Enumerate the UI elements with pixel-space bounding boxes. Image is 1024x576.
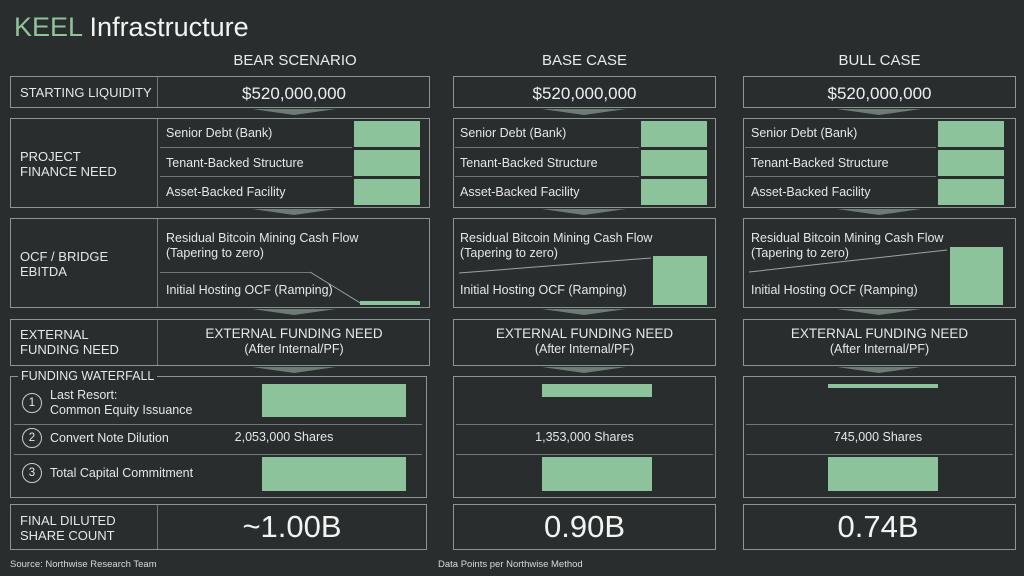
divider bbox=[745, 176, 936, 177]
external-funding-subtitle: (After Internal/PF) bbox=[534, 342, 635, 356]
flow-arrow bbox=[252, 309, 336, 315]
ocf-ramp-line bbox=[458, 257, 652, 274]
divider bbox=[455, 176, 639, 177]
final-share-bear: ~1.00B bbox=[242, 509, 342, 544]
equity-issuance-bar bbox=[828, 384, 938, 388]
pf-bar bbox=[938, 150, 1004, 176]
ocf-residual-sublabel: (Tapering to zero) bbox=[166, 246, 264, 260]
divider bbox=[456, 424, 713, 425]
ocf-taper-line bbox=[309, 271, 420, 305]
pf-item-tenant-backed: Tenant-Backed Structure bbox=[751, 156, 889, 170]
pf-item-asset-backed: Asset-Backed Facility bbox=[460, 185, 580, 199]
flow-arrow bbox=[542, 309, 626, 315]
starting-liquidity-base: $520,000,000 bbox=[532, 84, 637, 103]
external-funding-subtitle: (After Internal/PF) bbox=[829, 342, 930, 356]
flow-arrow bbox=[837, 367, 921, 373]
pf-bar bbox=[354, 150, 420, 176]
divider bbox=[160, 147, 352, 148]
pf-bar bbox=[354, 179, 420, 205]
external-funding-title: EXTERNAL FUNDING NEED bbox=[205, 326, 383, 341]
capital-commitment-bar bbox=[828, 457, 938, 491]
flow-arrow bbox=[252, 209, 336, 215]
starting-liquidity-bull: $520,000,000 bbox=[827, 84, 932, 103]
external-funding-subtitle: (After Internal/PF) bbox=[244, 342, 344, 356]
column-header-bear: BEAR SCENARIO bbox=[233, 52, 357, 69]
capital-commitment-bar bbox=[542, 457, 652, 491]
pf-item-tenant-backed: Tenant-Backed Structure bbox=[460, 156, 598, 170]
flow-arrow bbox=[837, 309, 921, 315]
equity-issuance-bar bbox=[542, 384, 652, 397]
convert-dilution-shares: 1,353,000 Shares bbox=[535, 430, 634, 444]
flow-arrow bbox=[252, 367, 336, 373]
external-funding-title: EXTERNAL FUNDING NEED bbox=[495, 326, 674, 341]
flow-arrow bbox=[837, 209, 921, 215]
ocf-ramp-chart bbox=[458, 256, 707, 305]
flow-arrow bbox=[542, 367, 626, 373]
pf-item-senior-debt: Senior Debt (Bank) bbox=[751, 126, 858, 140]
divider bbox=[160, 176, 352, 177]
page-title: KEEL Infrastructure bbox=[14, 12, 249, 43]
capital-commitment-bar bbox=[262, 457, 406, 491]
ocf-bar bbox=[653, 256, 707, 305]
pf-bar bbox=[641, 121, 707, 147]
divider bbox=[745, 147, 936, 148]
ocf-bar bbox=[950, 247, 1003, 305]
equity-issuance-bar bbox=[262, 384, 406, 417]
title-rest: Infrastructure bbox=[82, 12, 249, 42]
step-1-label: Last Resort: bbox=[50, 388, 118, 402]
pf-item-senior-debt: Senior Debt (Bank) bbox=[460, 126, 567, 140]
divider bbox=[14, 454, 422, 455]
row-label-funding-waterfall: FUNDING WATERFALL bbox=[18, 369, 158, 384]
flow-arrow bbox=[542, 109, 626, 115]
flow-arrow bbox=[837, 109, 921, 115]
divider bbox=[456, 454, 713, 455]
final-share-bull: 0.74B bbox=[837, 509, 919, 544]
divider bbox=[746, 424, 1013, 425]
step-number-3: 3 bbox=[22, 463, 42, 483]
pf-bar bbox=[641, 150, 707, 176]
ocf-ramp-line bbox=[748, 249, 948, 273]
row-label-final-share: FINAL DILUTED SHARE COUNT bbox=[20, 513, 116, 543]
pf-item-senior-debt: Senior Debt (Bank) bbox=[166, 126, 273, 140]
pf-bar bbox=[641, 179, 707, 205]
row-label-project-finance: PROJECT FINANCE NEED bbox=[20, 149, 117, 179]
ocf-taper-chart bbox=[309, 271, 420, 305]
row-label-external-funding: EXTERNAL FUNDING NEED bbox=[20, 327, 119, 357]
row-label-ocf-bridge: OCF / BRIDGE EBITDA bbox=[20, 249, 109, 279]
divider bbox=[14, 424, 422, 425]
flow-arrow bbox=[542, 209, 626, 215]
footer-data-points: Data Points per Northwise Method bbox=[438, 559, 583, 570]
row-label-divider bbox=[157, 219, 158, 307]
step-number-1: 1 bbox=[22, 393, 42, 413]
column-header-bull: BULL CASE bbox=[838, 52, 921, 69]
divider bbox=[746, 454, 1013, 455]
step-3-label: Total Capital Commitment bbox=[50, 466, 194, 480]
ocf-residual-label: Residual Bitcoin Mining Cash Flow bbox=[460, 231, 653, 245]
step-number-2: 2 bbox=[22, 428, 42, 448]
footer-source: Source: Northwise Research Team bbox=[10, 559, 157, 570]
external-funding-title: EXTERNAL FUNDING NEED bbox=[790, 326, 969, 341]
column-header-base: BASE CASE bbox=[541, 52, 628, 69]
step-1-sublabel: Common Equity Issuance bbox=[50, 403, 193, 417]
final-share-base: 0.90B bbox=[543, 509, 625, 544]
title-brand: KEEL bbox=[14, 12, 83, 42]
pf-item-tenant-backed: Tenant-Backed Structure bbox=[166, 156, 304, 170]
pf-bar bbox=[354, 121, 420, 147]
divider bbox=[455, 147, 639, 148]
row-label-divider bbox=[157, 119, 158, 207]
pf-item-asset-backed: Asset-Backed Facility bbox=[166, 185, 286, 199]
ocf-residual-label: Residual Bitcoin Mining Cash Flow bbox=[166, 231, 359, 245]
pf-item-asset-backed: Asset-Backed Facility bbox=[751, 185, 871, 199]
ocf-ramp-chart bbox=[748, 247, 1003, 305]
step-2-label: Convert Note Dilution bbox=[50, 431, 169, 445]
flow-arrow bbox=[252, 109, 336, 115]
convert-dilution-shares: 745,000 Shares bbox=[833, 430, 923, 444]
pf-bar bbox=[938, 121, 1004, 147]
pf-bar bbox=[938, 179, 1004, 205]
starting-liquidity-bear: $520,000,000 bbox=[242, 84, 346, 103]
ocf-bar bbox=[360, 301, 420, 305]
divider bbox=[160, 272, 310, 273]
row-label-starting-liquidity: STARTING LIQUIDITY bbox=[20, 85, 152, 100]
convert-dilution-shares: 2,053,000 Shares bbox=[234, 430, 334, 444]
